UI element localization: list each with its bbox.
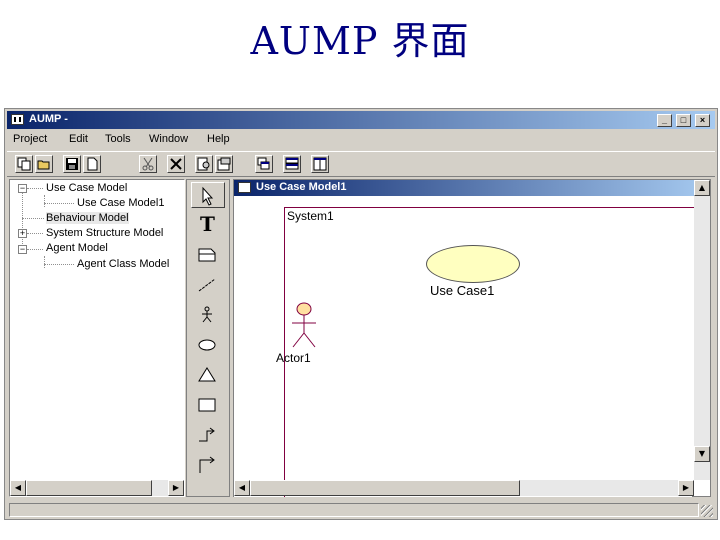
association-line-icon[interactable] bbox=[191, 272, 225, 298]
corner-connector-icon[interactable] bbox=[191, 452, 225, 478]
tree-expander-agent-model[interactable]: − bbox=[18, 245, 27, 254]
tree-item-system-structure-model[interactable]: System Structure Model bbox=[46, 227, 163, 239]
menu-tools[interactable]: Tools bbox=[105, 133, 131, 145]
tree-expander-system-structure[interactable]: + bbox=[18, 229, 27, 238]
diagram-scroll-thumb[interactable] bbox=[250, 480, 520, 496]
window-title: AUMP - bbox=[29, 113, 68, 125]
open-icon[interactable] bbox=[35, 155, 53, 173]
save-icon[interactable] bbox=[63, 155, 81, 173]
diagram-scroll-left-button[interactable]: ◀ bbox=[234, 480, 250, 496]
scroll-down-button[interactable]: ▼ bbox=[694, 446, 710, 462]
diagram-vertical-scrollbar[interactable]: ▲ ▼ bbox=[694, 180, 710, 480]
diagram-canvas[interactable]: System1 Use Case1 Actor1 bbox=[234, 197, 704, 497]
triangle-icon[interactable] bbox=[191, 362, 225, 388]
cascade-icon[interactable] bbox=[255, 155, 273, 173]
preview-icon[interactable] bbox=[195, 155, 213, 173]
text-tool-icon[interactable]: T bbox=[191, 212, 225, 238]
tile-vertical-icon[interactable] bbox=[311, 155, 329, 173]
actor-label: Actor1 bbox=[276, 351, 311, 365]
scroll-up-button[interactable]: ▲ bbox=[694, 180, 710, 196]
actor-icon[interactable] bbox=[191, 302, 225, 328]
model-tree: − Use Case Model Use Case Model1 Behavio… bbox=[9, 179, 185, 497]
diagram-window: Use Case Model1 System1 Use Case1 Actor1… bbox=[233, 179, 711, 497]
diagram-title: Use Case Model1 bbox=[256, 181, 347, 193]
tool-palette: T bbox=[186, 179, 230, 497]
diagram-window-icon[interactable] bbox=[238, 182, 251, 193]
diagram-scroll-right-button[interactable]: ▶ bbox=[678, 480, 694, 496]
menu-window[interactable]: Window bbox=[149, 133, 188, 145]
tree-item-behaviour-model[interactable]: Behaviour Model bbox=[46, 212, 129, 224]
tile-horizontal-icon[interactable] bbox=[283, 155, 301, 173]
close-button[interactable]: × bbox=[695, 114, 710, 127]
maximize-button[interactable]: □ bbox=[676, 114, 691, 127]
properties-icon[interactable] bbox=[215, 155, 233, 173]
resize-grip[interactable] bbox=[701, 505, 713, 517]
slide-title: AUMP 界面 bbox=[250, 19, 470, 63]
menu-edit[interactable]: Edit bbox=[69, 133, 88, 145]
status-panel bbox=[9, 503, 699, 517]
tree-item-agent-class-model[interactable]: Agent Class Model bbox=[77, 258, 169, 270]
menu-bar: Project Edit Tools Window Help bbox=[7, 131, 715, 149]
tree-expander-usecase-model[interactable]: − bbox=[18, 184, 27, 193]
actor-figure[interactable] bbox=[284, 301, 324, 353]
usecase-ellipse[interactable] bbox=[426, 245, 520, 283]
text-tool-glyph: T bbox=[200, 212, 215, 236]
app-window: AUMP - _ □ × Project Edit Tools Window H… bbox=[4, 108, 718, 520]
new-icon[interactable] bbox=[83, 155, 101, 173]
usecase-label: Use Case1 bbox=[430, 283, 495, 298]
copy-icon[interactable] bbox=[15, 155, 33, 173]
diagram-horizontal-scrollbar[interactable]: ◀ ▶ bbox=[234, 480, 694, 496]
note-icon[interactable] bbox=[191, 242, 225, 268]
tree-item-agent-model[interactable]: Agent Model bbox=[46, 242, 108, 254]
toolbar bbox=[7, 151, 715, 177]
status-bar bbox=[7, 503, 715, 517]
scroll-left-button[interactable]: ◀ bbox=[10, 480, 26, 496]
rectangle-icon[interactable] bbox=[191, 392, 225, 418]
tree-item-use-case-model1[interactable]: Use Case Model1 bbox=[77, 197, 164, 209]
tree-item-use-case-model[interactable]: Use Case Model bbox=[46, 182, 127, 194]
delete-icon[interactable] bbox=[167, 155, 185, 173]
minimize-button[interactable]: _ bbox=[657, 114, 672, 127]
diagram-titlebar[interactable]: Use Case Model1 bbox=[234, 180, 710, 196]
app-icon[interactable] bbox=[11, 114, 24, 125]
scroll-thumb[interactable] bbox=[26, 480, 152, 496]
menu-help[interactable]: Help bbox=[207, 133, 230, 145]
usecase-ellipse-icon[interactable] bbox=[191, 332, 225, 358]
scroll-right-button[interactable]: ▶ bbox=[168, 480, 184, 496]
step-connector-icon[interactable] bbox=[191, 422, 225, 448]
menu-project[interactable]: Project bbox=[13, 133, 47, 145]
cut-icon[interactable] bbox=[139, 155, 157, 173]
system-label: System1 bbox=[287, 209, 334, 223]
select-arrow-icon[interactable] bbox=[191, 182, 225, 208]
tree-horizontal-scrollbar[interactable]: ◀ ▶ bbox=[10, 480, 184, 496]
window-titlebar[interactable]: AUMP - _ □ × bbox=[7, 111, 715, 129]
